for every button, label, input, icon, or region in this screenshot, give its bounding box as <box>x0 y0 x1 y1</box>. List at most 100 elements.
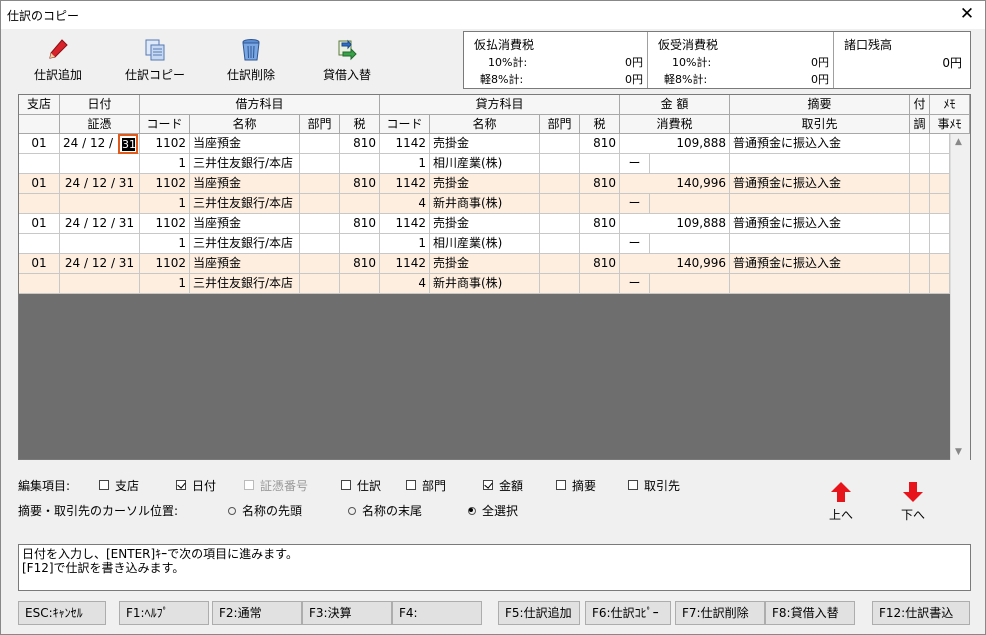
credit-code-cell[interactable]: 1142 <box>380 134 430 154</box>
memo-cell[interactable] <box>930 254 950 274</box>
credit-sub-code-cell[interactable]: 4 <box>380 194 430 214</box>
partner-cell[interactable] <box>730 274 910 294</box>
credit-code-cell[interactable]: 1142 <box>380 214 430 234</box>
debit-sub-code-cell[interactable]: 1 <box>140 234 190 254</box>
fkey-button-5[interactable]: F5:仕訳追加 <box>498 601 580 625</box>
memo-sub-cell[interactable] <box>930 274 950 294</box>
credit-sub-name-cell[interactable]: 相川産業(株) <box>430 234 540 254</box>
debit-code-cell[interactable]: 1102 <box>140 174 190 194</box>
credit-name-cell[interactable]: 売掛金 <box>430 134 540 154</box>
amount-cell[interactable]: 109,888 <box>620 134 730 154</box>
memo-sub-cell[interactable] <box>930 234 950 254</box>
grid-scrollbar[interactable]: ▲ ▼ <box>950 134 970 460</box>
debit-tax-sub-cell[interactable] <box>340 194 380 214</box>
amount-cell[interactable]: 140,996 <box>620 174 730 194</box>
amount-cell[interactable]: 109,888 <box>620 214 730 234</box>
debit-tax-cell[interactable]: 810 <box>340 214 380 234</box>
copy-entry-button[interactable]: 仕訳コピー <box>115 37 195 85</box>
credit-sub-code-cell[interactable]: 1 <box>380 154 430 174</box>
debit-name-cell[interactable]: 当座預金 <box>190 174 300 194</box>
credit-tax-cell[interactable]: 810 <box>580 214 620 234</box>
debit-sub-code-cell[interactable]: 1 <box>140 154 190 174</box>
credit-dept-sub-cell[interactable] <box>540 234 580 254</box>
partner-cell[interactable] <box>730 234 910 254</box>
adjust-cell[interactable] <box>910 154 930 174</box>
credit-tax-cell[interactable]: 810 <box>580 174 620 194</box>
consumption-tax-cell[interactable] <box>650 154 730 174</box>
attach-cell[interactable] <box>910 214 930 234</box>
consumption-tax-cell[interactable] <box>650 274 730 294</box>
consumption-tax-cell[interactable] <box>650 194 730 214</box>
date-cell[interactable]: 24 / 12 / 31 <box>60 254 140 274</box>
summary-cell[interactable]: 普通預金に振込入金 <box>730 254 910 274</box>
credit-tax-sub-cell[interactable] <box>580 154 620 174</box>
branch-sub-cell[interactable] <box>19 194 60 214</box>
credit-sub-code-cell[interactable]: 1 <box>380 234 430 254</box>
debit-sub-code-cell[interactable]: 1 <box>140 194 190 214</box>
fkey-button-4[interactable]: F4: <box>392 601 482 625</box>
adjust-cell[interactable] <box>910 274 930 294</box>
voucher-cell[interactable] <box>60 194 140 214</box>
swap-debit-credit-button[interactable]: 貸借入替 <box>307 37 387 85</box>
scroll-down-icon[interactable]: ▼ <box>955 447 962 457</box>
summary-cell[interactable]: 普通預金に振込入金 <box>730 134 910 154</box>
fkey-button-1[interactable]: F1:ﾍﾙﾌﾟ <box>119 601 209 625</box>
voucher-cell[interactable] <box>60 274 140 294</box>
debit-sub-name-cell[interactable]: 三井住友銀行/本店 <box>190 274 300 294</box>
branch-cell[interactable]: 01 <box>19 214 60 234</box>
cursor-radio-1[interactable] <box>346 505 356 515</box>
debit-name-cell[interactable]: 当座預金 <box>190 134 300 154</box>
edit-checkbox-1[interactable] <box>176 480 186 490</box>
edit-checkbox-0[interactable] <box>99 480 109 490</box>
debit-dept-cell[interactable] <box>300 214 340 234</box>
debit-sub-code-cell[interactable]: 1 <box>140 274 190 294</box>
move-up-button[interactable]: 上へ <box>819 481 863 525</box>
credit-code-cell[interactable]: 1142 <box>380 174 430 194</box>
credit-name-cell[interactable]: 売掛金 <box>430 214 540 234</box>
adjust-cell[interactable] <box>910 194 930 214</box>
branch-cell[interactable]: 01 <box>19 254 60 274</box>
memo-cell[interactable] <box>930 214 950 234</box>
debit-dept-sub-cell[interactable] <box>300 234 340 254</box>
tax-class-cell[interactable]: ー <box>620 154 650 174</box>
credit-sub-name-cell[interactable]: 新井商事(株) <box>430 274 540 294</box>
branch-sub-cell[interactable] <box>19 154 60 174</box>
debit-code-cell[interactable]: 1102 <box>140 254 190 274</box>
date-cell[interactable]: 24 / 12 / 31 <box>60 174 140 194</box>
branch-cell[interactable]: 01 <box>19 134 60 154</box>
voucher-cell[interactable] <box>60 234 140 254</box>
credit-dept-cell[interactable] <box>540 214 580 234</box>
edit-checkbox-5[interactable] <box>483 480 493 490</box>
debit-dept-sub-cell[interactable] <box>300 194 340 214</box>
credit-code-cell[interactable]: 1142 <box>380 254 430 274</box>
credit-tax-cell[interactable]: 810 <box>580 254 620 274</box>
partner-cell[interactable] <box>730 154 910 174</box>
debit-dept-cell[interactable] <box>300 134 340 154</box>
debit-dept-sub-cell[interactable] <box>300 154 340 174</box>
consumption-tax-cell[interactable] <box>650 234 730 254</box>
fkey-button-2[interactable]: F2:通常 <box>212 601 302 625</box>
fkey-button-3[interactable]: F3:決算 <box>302 601 392 625</box>
edit-checkbox-6[interactable] <box>556 480 566 490</box>
move-down-button[interactable]: 下へ <box>891 481 935 525</box>
debit-sub-name-cell[interactable]: 三井住友銀行/本店 <box>190 154 300 174</box>
summary-cell[interactable]: 普通預金に振込入金 <box>730 174 910 194</box>
debit-tax-sub-cell[interactable] <box>340 234 380 254</box>
debit-tax-cell[interactable]: 810 <box>340 174 380 194</box>
credit-dept-sub-cell[interactable] <box>540 274 580 294</box>
partner-cell[interactable] <box>730 194 910 214</box>
attach-cell[interactable] <box>910 134 930 154</box>
credit-dept-sub-cell[interactable] <box>540 154 580 174</box>
delete-entry-button[interactable]: 仕訳削除 <box>211 37 291 85</box>
adjust-cell[interactable] <box>910 234 930 254</box>
debit-tax-cell[interactable]: 810 <box>340 134 380 154</box>
amount-cell[interactable]: 140,996 <box>620 254 730 274</box>
credit-name-cell[interactable]: 売掛金 <box>430 174 540 194</box>
memo-sub-cell[interactable] <box>930 154 950 174</box>
edit-checkbox-7[interactable] <box>628 480 638 490</box>
cursor-radio-2[interactable] <box>466 505 476 515</box>
debit-dept-cell[interactable] <box>300 174 340 194</box>
debit-sub-name-cell[interactable]: 三井住友銀行/本店 <box>190 234 300 254</box>
debit-name-cell[interactable]: 当座預金 <box>190 214 300 234</box>
credit-sub-code-cell[interactable]: 4 <box>380 274 430 294</box>
